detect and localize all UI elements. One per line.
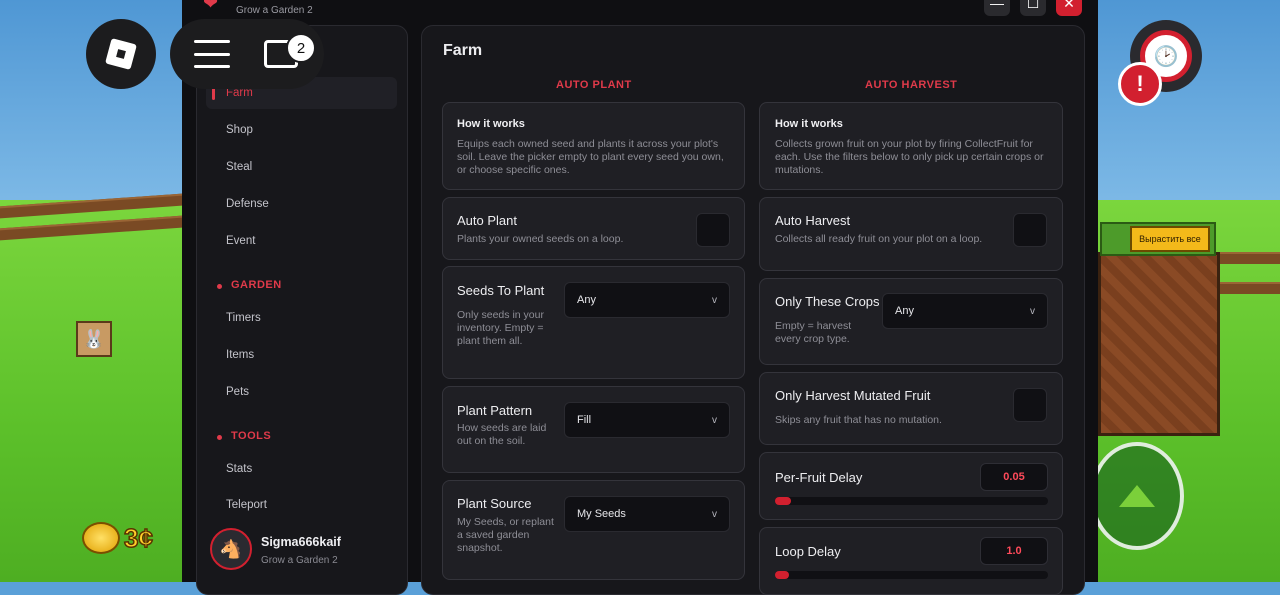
chevron-down-icon: v (712, 508, 717, 520)
auto-plant-desc: Plants your owned seeds on a loop. (457, 233, 624, 245)
only-mutated-desc: Skips any fruit that has no mutation. (775, 414, 942, 426)
loop-delay-title: Loop Delay (775, 544, 841, 559)
maximize-icon: ☐ (1026, 0, 1040, 11)
how-it-works-title: How it works (775, 118, 843, 130)
active-indicator (212, 88, 215, 100)
how-it-works-desc: Collects grown fruit on your plot by fir… (775, 138, 1044, 176)
per-fruit-delay-value[interactable]: 0.05 (980, 463, 1048, 491)
jump-button[interactable] (1090, 442, 1184, 550)
dropdown-value: Fill (577, 414, 592, 426)
auto-plant-header: AUTO PLANT (556, 79, 632, 91)
dropdown-value: Any (577, 294, 596, 306)
section-dot (217, 284, 222, 289)
close-icon: ✕ (1063, 0, 1075, 11)
fence (1214, 252, 1280, 264)
how-it-works-title: How it works (457, 118, 525, 130)
sidebar-item-shop[interactable]: Shop (226, 124, 253, 136)
sidebar-item-defense[interactable]: Defense (226, 198, 269, 210)
auto-harvest-header: AUTO HARVEST (865, 79, 958, 91)
sidebar-item-items[interactable]: Items (226, 349, 254, 361)
auto-plant-title: Auto Plant (457, 213, 517, 228)
app-logo-icon: ❤ (203, 0, 219, 13)
plant-source-title: Plant Source (457, 496, 532, 511)
section-label-garden: GARDEN (231, 279, 282, 291)
only-these-crops-title: Only These Crops (775, 294, 880, 309)
sidebar-item-steal[interactable]: Steal (226, 161, 252, 173)
slider-fill (775, 571, 789, 579)
sidebar-item-teleport[interactable]: Teleport (226, 499, 267, 511)
username: Sigma666kaif (261, 535, 341, 549)
garden-plot (1098, 252, 1220, 436)
user-game: Grow a Garden 2 (261, 555, 338, 566)
seeds-to-plant-title: Seeds To Plant (457, 283, 545, 298)
sidebar-item-pets[interactable]: Pets (226, 386, 249, 398)
plant-source-desc: My Seeds, or replant a saved garden snap… (457, 516, 554, 554)
only-mutated-title: Only Harvest Mutated Fruit (775, 388, 931, 403)
alert-icon: ! (1118, 62, 1162, 106)
only-these-crops-dropdown[interactable]: Any v (882, 293, 1048, 329)
sidebar-item-event[interactable]: Event (226, 235, 255, 247)
auto-harvest-toggle[interactable] (1013, 213, 1047, 247)
slider-fill (775, 497, 792, 505)
chat-badge: 2 (286, 33, 316, 63)
maximize-button[interactable]: ☐ (1020, 0, 1046, 16)
avatar: 🐴 (210, 528, 252, 570)
harvest-all-button[interactable]: Вырастить все (1130, 226, 1210, 252)
how-it-works-desc: Equips each owned seed and plants it acr… (457, 138, 724, 176)
minimize-button[interactable]: — (984, 0, 1010, 16)
close-button[interactable]: ✕ (1056, 0, 1082, 16)
plant-pattern-dropdown[interactable]: Fill v (564, 402, 730, 438)
chevron-down-icon: v (712, 414, 717, 426)
coin-icon (82, 522, 120, 554)
page-title: Farm (443, 42, 483, 59)
window-subtitle: Grow a Garden 2 (236, 5, 313, 16)
plant-pattern-desc: How seeds are laid out on the soil. (457, 422, 547, 447)
sidebar-item-stats[interactable]: Stats (226, 463, 252, 475)
auto-plant-toggle[interactable] (696, 213, 730, 247)
dropdown-value: My Seeds (577, 508, 626, 520)
loop-delay-value[interactable]: 1.0 (980, 537, 1048, 565)
plant-pattern-title: Plant Pattern (457, 403, 533, 418)
bunny-icon: 🐰 (76, 321, 112, 357)
coins-value: 3¢ (123, 522, 153, 554)
section-dot (217, 435, 222, 440)
fence (1214, 282, 1280, 294)
chevron-down-icon: v (1030, 305, 1035, 317)
roblox-logo-icon (105, 38, 137, 70)
only-mutated-toggle[interactable] (1013, 388, 1047, 422)
chevron-down-icon: v (712, 294, 717, 306)
seeds-to-plant-dropdown[interactable]: Any v (564, 282, 730, 318)
auto-harvest-desc: Collects all ready fruit on your plot on… (775, 233, 983, 245)
loop-delay-slider[interactable] (775, 571, 1048, 579)
only-these-crops-desc: Empty = harvest every crop type. (775, 320, 852, 345)
minimize-icon: — (990, 0, 1004, 11)
coins-display: 3¢ (82, 522, 154, 554)
plant-source-dropdown[interactable]: My Seeds v (564, 496, 730, 532)
seeds-to-plant-desc: Only seeds in your inventory. Empty = pl… (457, 309, 544, 347)
per-fruit-delay-title: Per-Fruit Delay (775, 470, 863, 485)
per-fruit-delay-slider[interactable] (775, 497, 1048, 505)
up-arrow-icon (1119, 485, 1155, 507)
auto-harvest-title: Auto Harvest (775, 213, 851, 228)
dropdown-value: Any (895, 305, 914, 317)
sidebar-item-timers[interactable]: Timers (226, 312, 261, 324)
hamburger-menu-icon[interactable] (194, 40, 230, 68)
roblox-menu-button[interactable] (86, 19, 156, 89)
section-label-tools: TOOLS (231, 430, 272, 442)
